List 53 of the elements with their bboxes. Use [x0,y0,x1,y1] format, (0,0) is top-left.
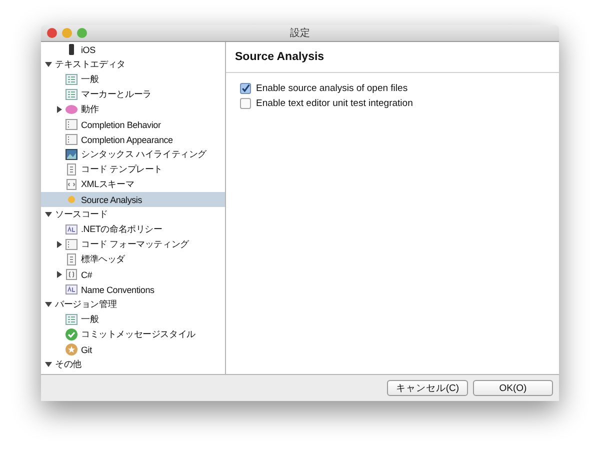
sidebar-item[interactable]: Git [41,342,225,357]
sidebar-item[interactable]: Completion Behavior [41,117,225,132]
checkbox[interactable] [240,98,251,109]
sidebar-item[interactable]: コード テンプレート [41,162,225,177]
document-icon [65,238,78,251]
page-icon [65,163,78,176]
panel-title: Source Analysis [235,51,324,63]
page-icon [65,253,78,266]
disclosure-triangle-icon[interactable] [45,361,52,368]
ok-button[interactable]: OK(O) [473,380,553,396]
sidebar-item[interactable]: XMLスキーマ [41,177,225,192]
disclosure-triangle-icon[interactable] [45,301,52,308]
disclosure-triangle-icon[interactable] [45,61,52,68]
disclosure-triangle-icon[interactable] [45,211,52,218]
sidebar-item[interactable]: バージョン管理 [41,297,225,312]
sidebar-item[interactable]: 標準ヘッダ [41,252,225,267]
image-icon [65,148,78,161]
sidebar-item[interactable]: Name Conventions [41,282,225,297]
disclosure-triangle-icon[interactable] [56,271,63,278]
check-circle-icon [65,328,78,341]
sidebar-item[interactable]: Source Analysis [41,192,225,207]
sidebar-item[interactable]: 動作 [41,102,225,117]
document-icon [65,118,78,131]
cancel-button[interactable]: キャンセル(C) [387,380,468,396]
sidebar-item[interactable]: C# [41,267,225,282]
sidebar-item[interactable]: .NETの命名ポリシー [41,222,225,237]
close-button[interactable] [47,28,57,38]
document-icon [65,133,78,146]
sidebar-item[interactable]: コード フォーマッティング [41,237,225,252]
checkbox-label[interactable]: Enable text editor unit test integration [256,98,413,109]
sidebar-item[interactable]: ソースコード [41,207,225,222]
sidebar-item[interactable]: シンタックス ハイライティング [41,147,225,162]
checkbox-label[interactable]: Enable source analysis of open files [256,83,408,94]
disclosure-triangle-icon[interactable] [56,241,63,248]
window-title: 設定 [289,26,311,40]
sidebar-item[interactable]: その他 [41,357,225,372]
xml-file-icon [65,178,78,191]
sidebar-item[interactable]: コミットメッセージスタイル [41,327,225,342]
list-icon [65,73,78,86]
braces-icon [65,268,78,281]
list-icon [65,313,78,326]
sidebar-item[interactable]: 一般 [41,72,225,87]
sidebar-item[interactable]: iOS [41,42,225,57]
checkbox[interactable] [240,83,251,94]
sidebar-item[interactable]: テキストエディタ [41,57,225,72]
dot-icon [65,193,78,206]
list-icon [65,88,78,101]
sidebar-item[interactable]: Completion Appearance [41,132,225,147]
text-file-icon [65,283,78,296]
sidebar-item[interactable]: マーカーとルーラ [41,87,225,102]
disclosure-triangle-icon[interactable] [56,106,63,113]
sidebar-item[interactable]: 一般 [41,312,225,327]
text-file-icon [65,223,78,236]
